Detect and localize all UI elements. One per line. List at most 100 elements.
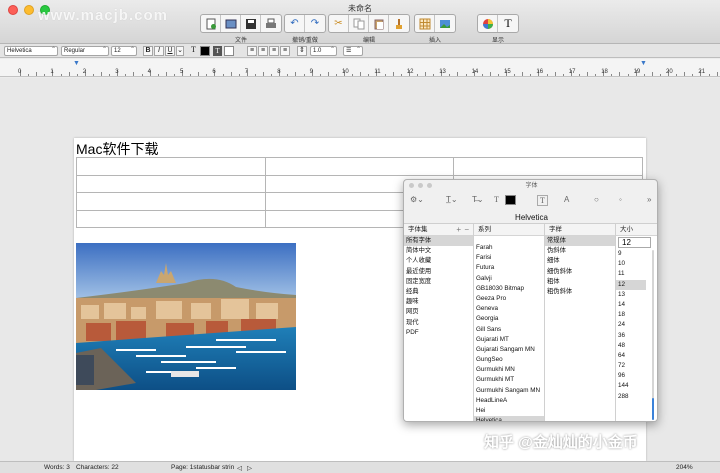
undo-icon[interactable]: ↶ bbox=[285, 15, 305, 32]
collection-item[interactable]: 经典 bbox=[404, 287, 473, 297]
size-item[interactable]: 72 bbox=[616, 361, 646, 371]
collection-item[interactable]: 简体中文 bbox=[404, 246, 473, 256]
harbor-photo[interactable] bbox=[76, 243, 296, 390]
underline-options-icon[interactable]: ⌄ bbox=[176, 46, 184, 56]
save-icon[interactable] bbox=[241, 15, 261, 32]
size-item[interactable]: 288 bbox=[616, 392, 646, 402]
ruler[interactable]: ▼ ▼ 0 1 2 3 4 5 6 7 8 9 10 11 12 13 14 15 16 17 18 19 20 21 bbox=[0, 59, 720, 77]
size-item[interactable]: 24 bbox=[616, 320, 646, 330]
document-color-icon[interactable]: T bbox=[537, 195, 548, 206]
align-justify-icon[interactable]: ≡ bbox=[280, 46, 290, 56]
page-next-icon[interactable]: ▷ bbox=[247, 464, 252, 472]
add-collection-icon[interactable]: + bbox=[456, 224, 461, 236]
table-cell[interactable] bbox=[453, 157, 643, 176]
align-center-icon[interactable]: ≡ bbox=[258, 46, 268, 56]
font-family-item[interactable]: Gurmukhi MT bbox=[474, 375, 544, 385]
redo-icon[interactable]: ↷ bbox=[305, 15, 325, 32]
open-icon[interactable] bbox=[221, 15, 241, 32]
font-family-item[interactable]: GB18030 Bitmap bbox=[474, 284, 544, 294]
collection-item[interactable]: 趣味 bbox=[404, 297, 473, 307]
left-indent-marker[interactable]: ▼ bbox=[73, 60, 80, 67]
font-size-input[interactable]: 12 bbox=[618, 237, 651, 248]
format-brush-icon[interactable] bbox=[389, 15, 409, 32]
font-family-select[interactable]: Helvetica bbox=[4, 46, 58, 56]
size-column[interactable]: 大小 12 9 10 11 12 13 14 18 24 36 48 64 72 96 144 288 bbox=[616, 224, 657, 421]
fonts-panel[interactable]: 字体 ⚙⌄ T̲⌄ T̶⌄ T T A ○ ◦ » Helvetica 字体集 … bbox=[403, 179, 658, 422]
list-style-select[interactable]: ☰ bbox=[343, 46, 363, 56]
cut-icon[interactable]: ✂ bbox=[329, 15, 349, 32]
size-item[interactable]: 64 bbox=[616, 351, 646, 361]
collection-item[interactable]: 所有字体 bbox=[404, 236, 473, 247]
table-cell[interactable] bbox=[264, 157, 455, 176]
right-indent-marker[interactable]: ▼ bbox=[640, 60, 647, 67]
font-family-item[interactable]: Gurmukhi Sangam MN bbox=[474, 386, 544, 396]
align-right-icon[interactable]: ≡ bbox=[269, 46, 279, 56]
typeface-item[interactable]: 伪斜体 bbox=[545, 246, 615, 256]
collections-column[interactable]: 字体集 + − 所有字体 简体中文 个人收藏 最近使用 固定宽度 经典 趣味 网页 现代 PDF bbox=[404, 224, 474, 421]
bold-button[interactable]: B bbox=[143, 46, 153, 56]
table-cell[interactable] bbox=[76, 174, 266, 193]
strikethrough-style-icon[interactable]: T̶⌄ bbox=[472, 195, 484, 206]
font-family-item[interactable]: Geeza Pro bbox=[474, 294, 544, 304]
underline-button[interactable]: U bbox=[165, 46, 175, 56]
size-item[interactable]: 11 bbox=[616, 269, 646, 279]
font-family-item[interactable]: Gujarati Sangam MN bbox=[474, 345, 544, 355]
table-cell[interactable] bbox=[76, 192, 266, 211]
action-gear-icon[interactable]: ⚙⌄ bbox=[410, 195, 424, 206]
text-color-well[interactable] bbox=[200, 46, 210, 56]
font-family-item[interactable]: Hei bbox=[474, 406, 544, 416]
size-item[interactable]: 48 bbox=[616, 341, 646, 351]
font-family-item[interactable]: Farah bbox=[474, 243, 544, 253]
typeface-column[interactable]: 字样 常规体 伪斜体 细体 细伪斜体 粗体 粗伪斜体 bbox=[545, 224, 616, 421]
font-family-item[interactable]: Geneva bbox=[474, 304, 544, 314]
fonts-icon[interactable]: T bbox=[498, 15, 518, 32]
collection-item[interactable]: 现代 bbox=[404, 318, 473, 328]
shadow-opacity-icon[interactable]: A bbox=[564, 195, 569, 206]
font-style-select[interactable]: Regular bbox=[61, 46, 109, 56]
table-cell[interactable] bbox=[76, 157, 266, 176]
shadow-angle-icon[interactable]: ◦ bbox=[619, 195, 622, 206]
size-item[interactable]: 96 bbox=[616, 371, 646, 381]
zoom-level[interactable]: 204% bbox=[676, 464, 693, 471]
document-heading[interactable]: Mac软件下载 bbox=[76, 139, 158, 159]
collection-item[interactable]: 个人收藏 bbox=[404, 256, 473, 266]
collection-item[interactable]: PDF bbox=[404, 328, 473, 338]
size-item[interactable]: 14 bbox=[616, 300, 646, 310]
size-item[interactable]: 9 bbox=[616, 249, 646, 259]
underline-style-icon[interactable]: T̲⌄ bbox=[446, 195, 458, 206]
font-family-item[interactable]: Gill Sans bbox=[474, 325, 544, 335]
size-item[interactable]: 10 bbox=[616, 259, 646, 269]
size-item[interactable]: 36 bbox=[616, 331, 646, 341]
font-family-item[interactable]: Gujarati MT bbox=[474, 335, 544, 345]
line-spacing-select[interactable]: 1.0 bbox=[310, 46, 337, 56]
font-family-item[interactable]: GungSeo bbox=[474, 355, 544, 365]
size-item[interactable]: 13 bbox=[616, 290, 646, 300]
typeface-item[interactable]: 细体 bbox=[545, 256, 615, 266]
typeface-item[interactable]: 粗体 bbox=[545, 277, 615, 287]
size-item[interactable]: 144 bbox=[616, 381, 646, 391]
insert-image-icon[interactable] bbox=[435, 15, 455, 32]
highlight-color-well[interactable] bbox=[224, 46, 234, 56]
paste-icon[interactable] bbox=[369, 15, 389, 32]
font-family-item[interactable]: HeadLineA bbox=[474, 396, 544, 406]
size-item[interactable]: 12 bbox=[616, 279, 646, 290]
shadow-blur-icon[interactable]: ○ bbox=[594, 195, 599, 206]
font-size-slider[interactable] bbox=[651, 250, 655, 420]
collection-item[interactable]: 最近使用 bbox=[404, 267, 473, 277]
font-family-item[interactable]: Galvji bbox=[474, 274, 544, 284]
typeface-item[interactable]: 粗伪斜体 bbox=[545, 287, 615, 297]
page-prev-icon[interactable]: ◁ bbox=[237, 464, 242, 472]
font-size-select[interactable]: 12 bbox=[111, 46, 137, 56]
font-family-item[interactable]: Georgia bbox=[474, 314, 544, 324]
font-family-item[interactable]: Gurmukhi MN bbox=[474, 365, 544, 375]
typeface-item[interactable]: 细伪斜体 bbox=[545, 267, 615, 277]
typeface-item[interactable]: 常规体 bbox=[545, 236, 615, 247]
align-left-icon[interactable]: ≡ bbox=[247, 46, 257, 56]
size-item[interactable]: 18 bbox=[616, 310, 646, 320]
family-column[interactable]: 系列 Farah Farisi Futura Galvji GB18030 Bitmap… bbox=[474, 224, 545, 421]
expand-icon[interactable]: » bbox=[647, 195, 651, 206]
font-family-item[interactable]: Futura bbox=[474, 263, 544, 273]
copy-icon[interactable] bbox=[349, 15, 369, 32]
collection-item[interactable]: 固定宽度 bbox=[404, 277, 473, 287]
fonts-panel-text-color-well[interactable] bbox=[505, 195, 516, 205]
